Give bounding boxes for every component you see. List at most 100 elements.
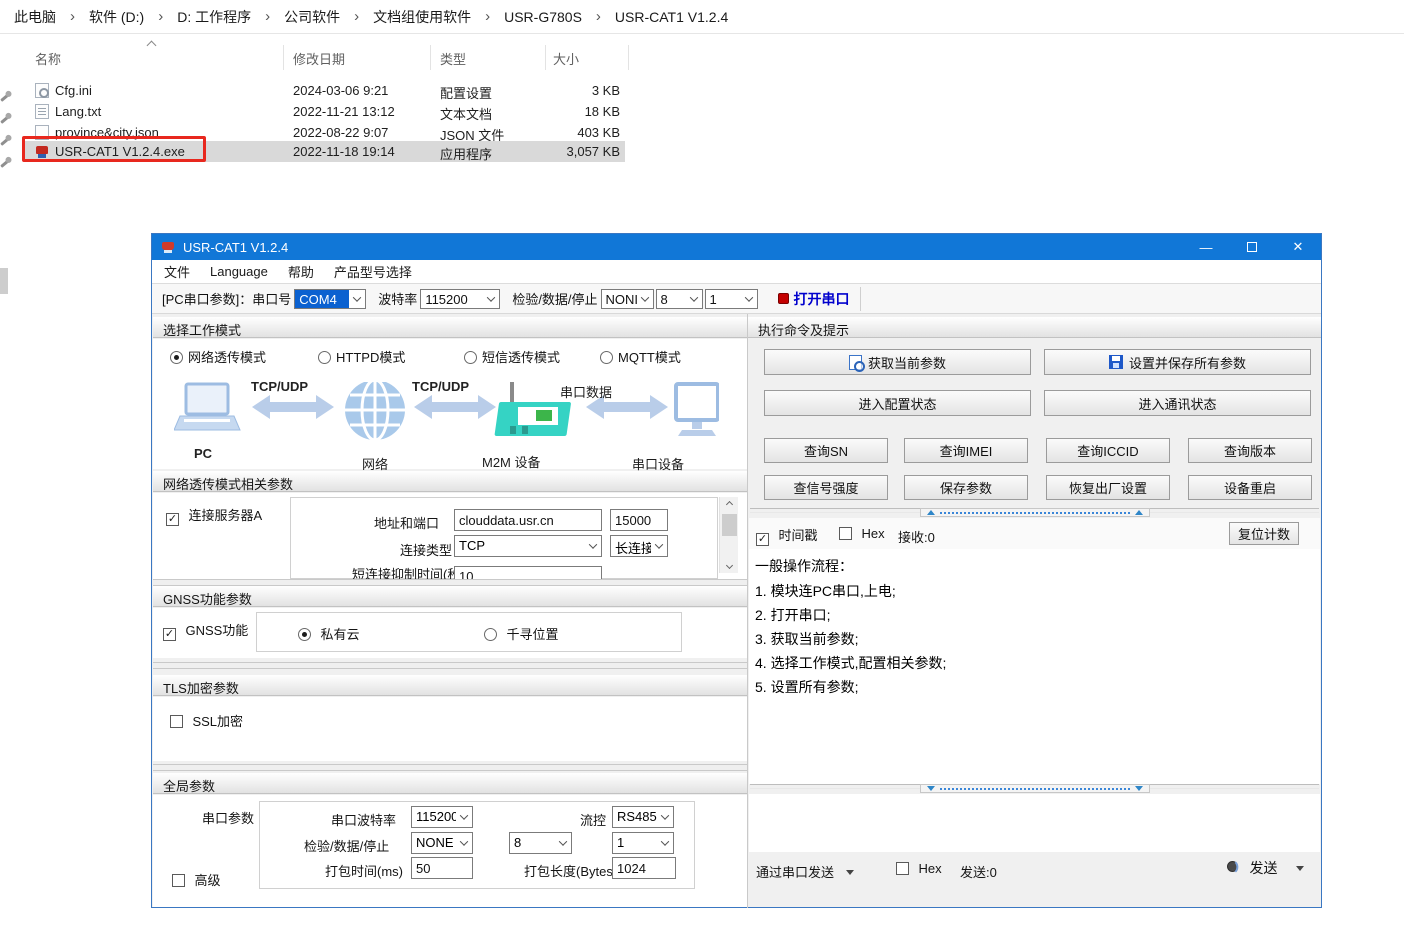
column-header-size[interactable]: 大小 — [553, 49, 579, 68]
server-address-input[interactable] — [454, 509, 602, 531]
column-divider[interactable] — [430, 45, 431, 70]
close-button[interactable]: ✕ — [1275, 234, 1321, 260]
factory-reset-button[interactable]: 恢复出厂设置 — [1046, 475, 1170, 500]
breadcrumb-item[interactable]: USR-CAT1 V1.2.4 — [615, 9, 728, 25]
minimize-button[interactable]: — — [1183, 234, 1229, 260]
file-list-header: 名称 修改日期 类型 大小 — [0, 45, 640, 70]
global-parity-value: NONE — [412, 833, 456, 853]
radio-httpd[interactable]: HTTPD模式 — [318, 347, 464, 366]
send-hex-checkbox[interactable]: Hex — [896, 860, 942, 878]
save-params-button[interactable]: 保存参数 — [904, 475, 1028, 500]
column-divider[interactable] — [545, 45, 546, 70]
splitter-handle[interactable] — [920, 508, 1150, 517]
chevron-right-icon: › — [354, 8, 359, 25]
column-header-name[interactable]: 名称 — [35, 49, 61, 68]
column-header-date[interactable]: 修改日期 — [293, 49, 345, 68]
title-bar[interactable]: USR-CAT1 V1.2.4 — ✕ — [152, 234, 1321, 260]
send-input[interactable] — [749, 794, 1320, 852]
scrollbar-fragment[interactable] — [0, 268, 8, 294]
app-window: USR-CAT1 V1.2.4 — ✕ 文件 Language 帮助 产品型号选… — [151, 233, 1322, 908]
send-via-dropdown[interactable]: 通过串口发送 — [756, 862, 854, 882]
column-header-type[interactable]: 类型 — [440, 49, 466, 68]
flow-select[interactable]: RS485 — [612, 806, 674, 828]
ini-file-icon — [35, 83, 49, 98]
breadcrumb-item[interactable]: 此电脑 — [14, 7, 56, 27]
global-stopbits-select[interactable]: 1 — [612, 832, 674, 854]
pc-serial-label: [PC串口参数]：串口号 — [162, 289, 291, 308]
radio-icon — [464, 351, 477, 364]
global-baud-value: 115200 — [412, 807, 456, 827]
chevron-right-icon: › — [596, 8, 601, 25]
checkbox-checked-icon: ✓ — [166, 513, 179, 526]
query-iccid-button[interactable]: 查询ICCID — [1046, 438, 1170, 463]
chevron-down-icon — [456, 807, 472, 827]
query-sn-button[interactable]: 查询SN — [764, 438, 888, 463]
menu-product-select[interactable]: 产品型号选择 — [324, 262, 422, 281]
pin-icon — [0, 159, 10, 168]
server-port-input[interactable] — [610, 509, 668, 531]
parity-select[interactable]: NONI — [601, 289, 654, 309]
radio-sms-transparent[interactable]: 短信透传模式 — [464, 347, 600, 366]
ssl-checkbox[interactable]: SSL加密 — [170, 711, 243, 731]
radio-qianxun[interactable]: 千寻位置 — [484, 624, 558, 644]
short-conn-input[interactable] — [454, 566, 602, 579]
global-databits-select[interactable]: 8 — [509, 832, 572, 854]
get-params-button[interactable]: 获取当前参数 — [764, 349, 1031, 375]
highlight-annotation-box — [22, 136, 206, 162]
breadcrumb-item[interactable]: 公司软件 — [284, 7, 340, 27]
send-button[interactable]: 发送 — [1226, 858, 1304, 878]
query-version-button[interactable]: 查询版本 — [1188, 438, 1312, 463]
sort-ascending-icon[interactable] — [148, 42, 156, 50]
splitter-horizontal[interactable] — [750, 784, 1319, 793]
menu-help[interactable]: 帮助 — [278, 262, 324, 281]
breadcrumb-item[interactable]: 文档组使用软件 — [373, 7, 471, 27]
breadcrumb-item[interactable]: 软件 (D:) — [89, 7, 144, 27]
table-row[interactable]: Cfg.ini 2024-03-06 9:21 配置设置 3 KB — [23, 80, 625, 101]
splitter-handle[interactable] — [920, 784, 1150, 793]
file-name: Cfg.ini — [55, 83, 92, 98]
radio-private-cloud[interactable]: 私有云 — [298, 624, 359, 644]
server-a-checkbox[interactable]: ✓ 连接服务器A — [166, 505, 262, 526]
radio-net-transparent[interactable]: 网络透传模式 — [170, 347, 318, 366]
scroll-up-icon[interactable] — [720, 497, 739, 512]
pack-len-input[interactable] — [612, 857, 676, 879]
timestamp-checkbox[interactable]: ✓ 时间戳 — [756, 525, 817, 546]
pack-time-input[interactable] — [411, 857, 473, 879]
baud-select[interactable]: 115200 — [420, 289, 500, 309]
chevron-down-icon — [657, 807, 673, 827]
enter-comm-button[interactable]: 进入通讯状态 — [1044, 390, 1311, 416]
menu-language[interactable]: Language — [200, 264, 278, 279]
query-signal-button[interactable]: 查信号强度 — [764, 475, 888, 500]
radio-mqtt[interactable]: MQTT模式 — [600, 347, 681, 366]
scrollbar-thumb[interactable] — [722, 514, 737, 536]
databits-select[interactable]: 8 — [656, 289, 703, 309]
menu-file[interactable]: 文件 — [154, 262, 200, 281]
conn-type-select[interactable]: TCP — [454, 535, 602, 557]
scroll-down-icon[interactable] — [720, 558, 739, 573]
reset-counter-button[interactable]: 复位计数 — [1229, 522, 1299, 545]
keepalive-select[interactable]: 长连接 — [610, 535, 668, 557]
device-reboot-button[interactable]: 设备重启 — [1188, 475, 1312, 500]
global-parity-select[interactable]: NONE — [411, 832, 473, 854]
receive-hex-checkbox[interactable]: Hex — [839, 525, 885, 543]
enter-config-button[interactable]: 进入配置状态 — [764, 390, 1031, 416]
stopbits-select[interactable]: 1 — [705, 289, 758, 309]
net-params-scrollbar[interactable] — [719, 497, 738, 573]
column-divider[interactable] — [283, 45, 284, 70]
open-port-button[interactable]: 打开串口 — [794, 289, 850, 309]
file-type: 配置设置 — [440, 83, 492, 102]
global-baud-select[interactable]: 115200 — [411, 806, 473, 828]
file-date: 2024-03-06 9:21 — [293, 83, 388, 98]
breadcrumb-item[interactable]: D: 工作程序 — [177, 7, 251, 27]
column-divider[interactable] — [628, 45, 629, 70]
query-imei-button[interactable]: 查询IMEI — [904, 438, 1028, 463]
maximize-button[interactable] — [1229, 234, 1275, 260]
splitter-horizontal[interactable] — [750, 508, 1319, 517]
breadcrumb-item[interactable]: USR-G780S — [504, 9, 582, 25]
table-row[interactable]: Lang.txt 2022-11-21 13:12 文本文档 18 KB — [23, 101, 625, 122]
speaker-icon — [1226, 859, 1240, 873]
set-save-all-button[interactable]: 设置并保存所有参数 — [1044, 349, 1311, 375]
com-port-select[interactable]: COM4 — [294, 289, 366, 309]
advanced-checkbox[interactable]: 高级 — [172, 870, 220, 890]
gnss-enable-checkbox[interactable]: ✓ GNSS功能 — [163, 620, 248, 641]
